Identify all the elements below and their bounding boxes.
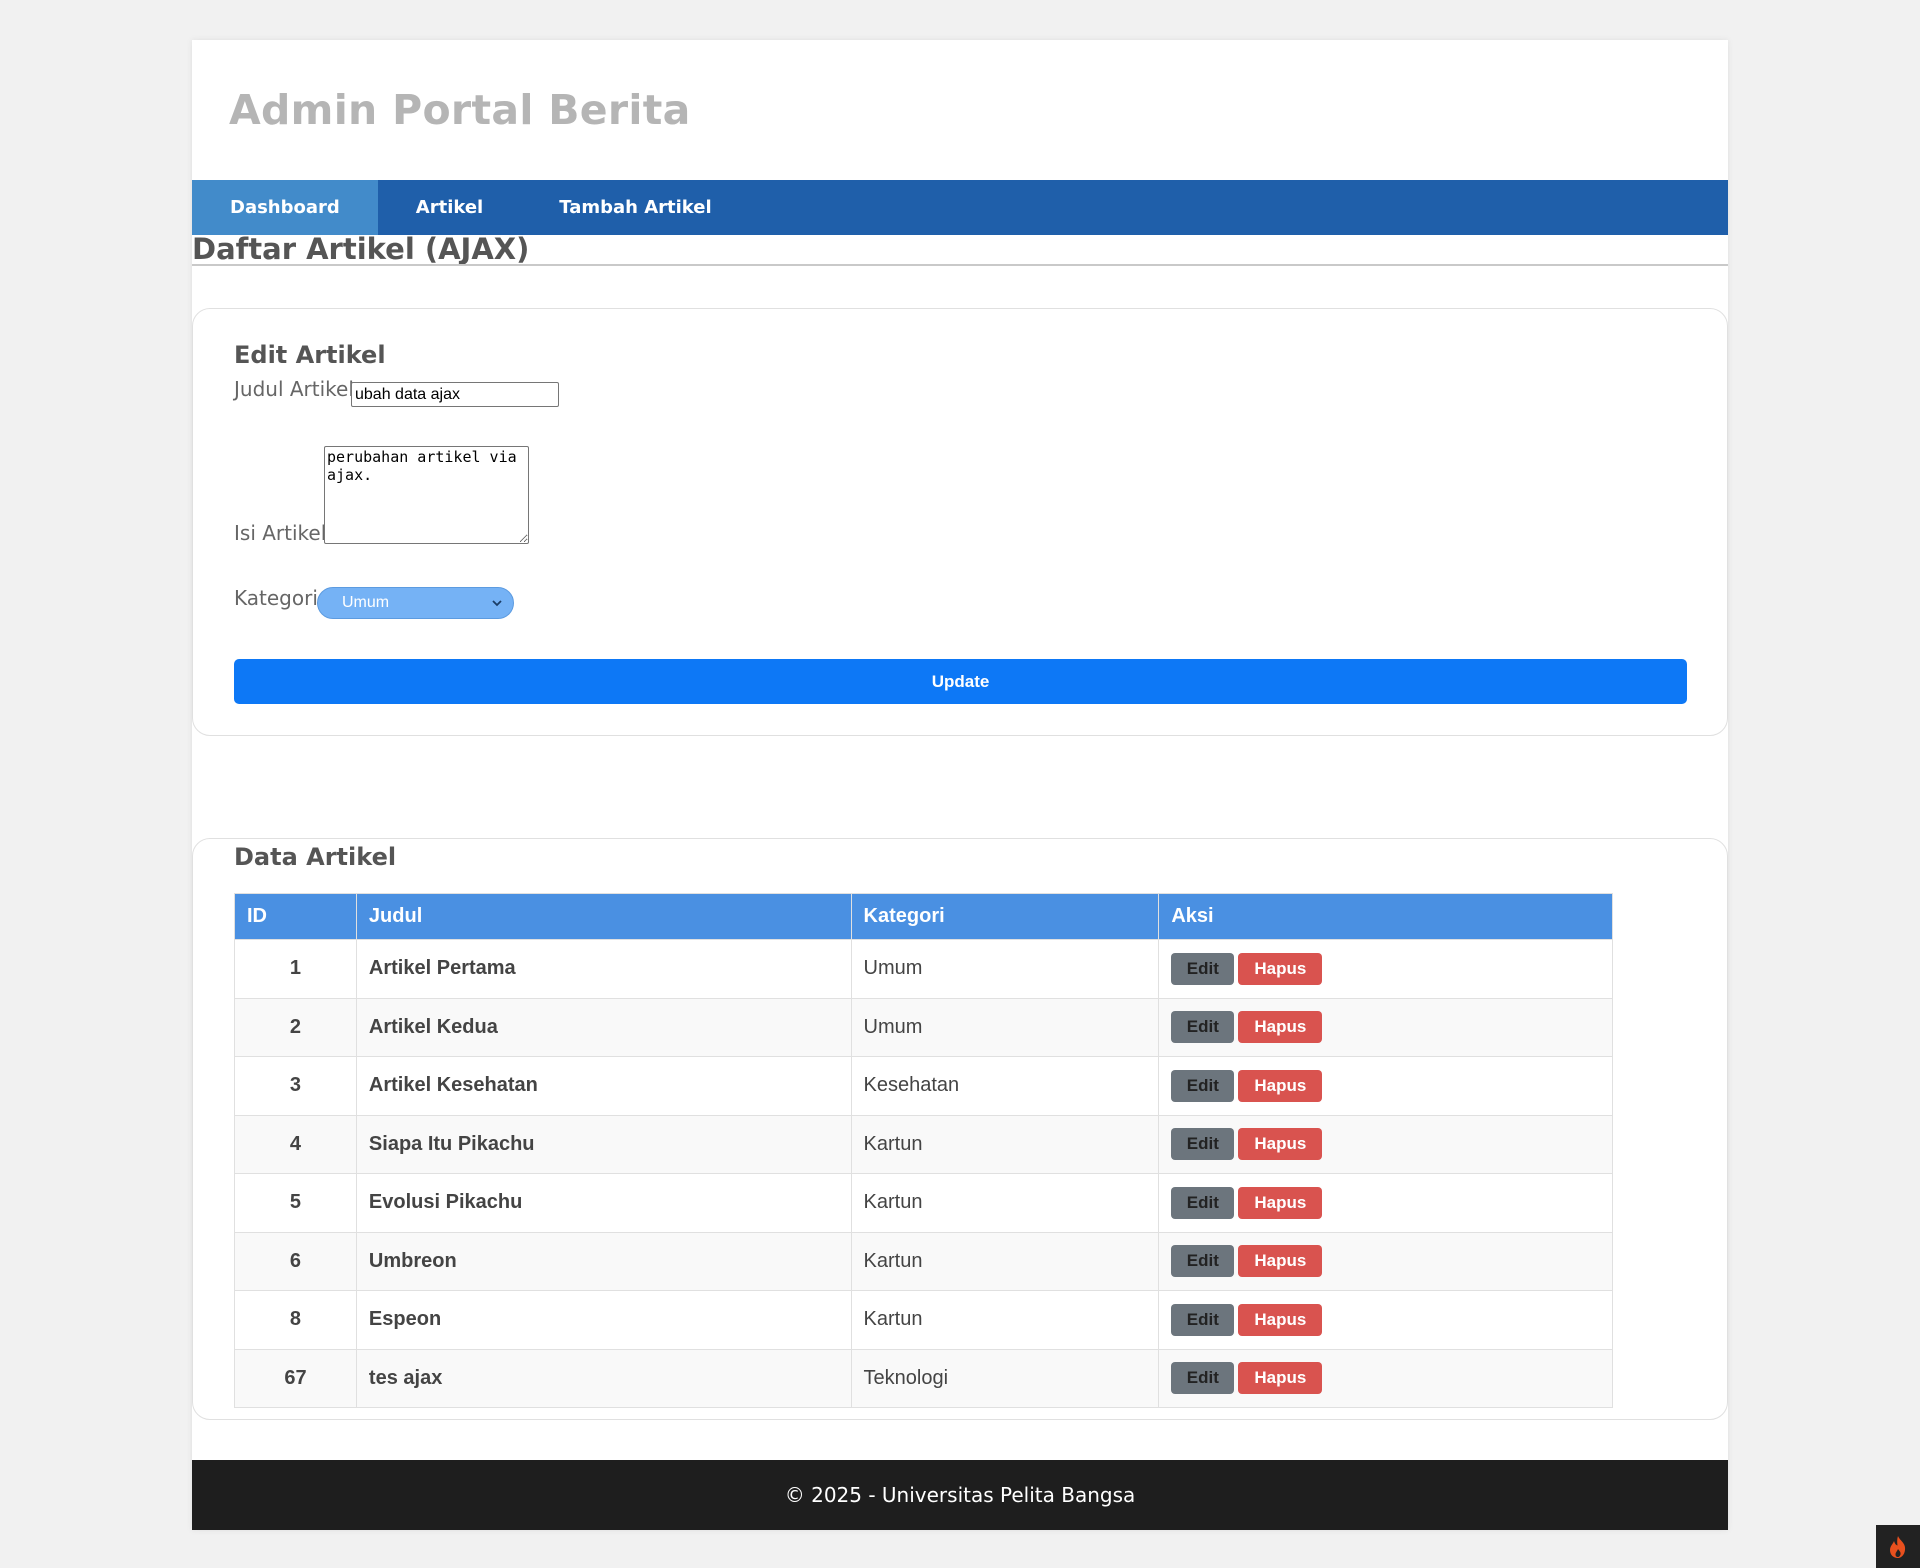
row-actions: Edit Hapus [1158,939,1613,999]
isi-label: Isi Artikel [234,521,327,545]
edit-button[interactable]: Edit [1171,1245,1235,1278]
edit-heading: Edit Artikel [234,341,386,369]
hapus-button[interactable]: Hapus [1238,1069,1323,1102]
nav-dashboard[interactable]: Dashboard [192,180,378,235]
row-id: 4 [234,1114,357,1174]
page-title: Daftar Artikel (AJAX) [192,232,530,266]
row-actions: Edit Hapus [1158,1173,1613,1233]
hapus-button[interactable]: Hapus [1238,1303,1323,1336]
table-row: 4 Siapa Itu Pikachu Kartun Edit Hapus [234,1114,1613,1174]
row-actions: Edit Hapus [1158,1290,1613,1350]
edit-button[interactable]: Edit [1171,1303,1235,1336]
row-id: 6 [234,1231,357,1291]
title-divider [192,264,1728,266]
kategori-label: Kategori [234,586,318,610]
row-kategori: Teknologi [850,1348,1160,1408]
nav-artikel[interactable]: Artikel [378,180,521,235]
row-id: 5 [234,1173,357,1233]
row-actions: Edit Hapus [1158,1231,1613,1291]
row-judul: Evolusi Pikachu [355,1173,852,1233]
table-body: 1 Artikel Pertama Umum Edit Hapus 2 Artikel Ke… [234,939,1613,1408]
hapus-button[interactable]: Hapus [1238,952,1323,985]
data-artikel-card: Data Artikel ID Judul Kategori Aksi 1 Art… [192,838,1728,1420]
row-kategori: Kartun [850,1114,1160,1174]
page-container: Admin Portal Berita Dashboard Artikel Ta… [192,40,1728,1530]
row-id: 1 [234,939,357,999]
row-judul: Espeon [355,1290,852,1350]
edit-button[interactable]: Edit [1171,1362,1235,1395]
row-judul: Artikel Kesehatan [355,1056,852,1116]
row-actions: Edit Hapus [1158,1348,1613,1408]
row-kategori: Kesehatan [850,1056,1160,1116]
row-id: 8 [234,1290,357,1350]
site-header: Admin Portal Berita [192,40,1728,180]
row-judul: Umbreon [355,1231,852,1291]
row-id: 2 [234,997,357,1057]
table-row: 67 tes ajax Teknologi Edit Hapus [234,1348,1613,1408]
row-judul: Artikel Pertama [355,939,852,999]
kategori-selected-value: Umum [342,594,390,611]
chevron-down-icon [492,600,502,607]
debug-toolbar-toggle[interactable] [1876,1525,1920,1568]
edit-button[interactable]: Edit [1171,1069,1235,1102]
row-judul: tes ajax [355,1348,852,1408]
site-footer: © 2025 - Universitas Pelita Bangsa [192,1460,1728,1530]
main-nav: Dashboard Artikel Tambah Artikel [192,180,1728,235]
judul-input[interactable] [351,382,559,407]
kategori-select[interactable]: Umum [317,587,514,619]
row-kategori: Kartun [850,1231,1160,1291]
column-header-id: ID [234,893,357,940]
row-kategori: Kartun [850,1290,1160,1350]
artikel-table: ID Judul Kategori Aksi 1 Artikel Pertama U… [234,893,1613,1408]
row-id: 67 [234,1348,357,1408]
hapus-button[interactable]: Hapus [1238,1362,1323,1395]
row-actions: Edit Hapus [1158,997,1613,1057]
row-actions: Edit Hapus [1158,1056,1613,1116]
flame-icon [1890,1535,1906,1558]
edit-button[interactable]: Edit [1171,1011,1235,1044]
row-kategori: Umum [850,997,1160,1057]
table-row: 5 Evolusi Pikachu Kartun Edit Hapus [234,1173,1613,1233]
hapus-button[interactable]: Hapus [1238,1128,1323,1161]
row-kategori: Kartun [850,1173,1160,1233]
row-judul: Siapa Itu Pikachu [355,1114,852,1174]
edit-button[interactable]: Edit [1171,1128,1235,1161]
data-heading: Data Artikel [234,843,397,871]
table-row: 1 Artikel Pertama Umum Edit Hapus [234,939,1613,999]
hapus-button[interactable]: Hapus [1238,1011,1323,1044]
table-header-row: ID Judul Kategori Aksi [234,893,1613,940]
row-kategori: Umum [850,939,1160,999]
edit-button[interactable]: Edit [1171,1186,1235,1219]
row-id: 3 [234,1056,357,1116]
footer-text: © 2025 - Universitas Pelita Bangsa [784,1483,1136,1507]
hapus-button[interactable]: Hapus [1238,1245,1323,1278]
row-judul: Artikel Kedua [355,997,852,1057]
isi-textarea[interactable]: perubahan artikel via ajax. [324,446,529,544]
table-row: 6 Umbreon Kartun Edit Hapus [234,1231,1613,1291]
judul-label: Judul Artikel [234,377,354,401]
table-row: 3 Artikel Kesehatan Kesehatan Edit Hapus [234,1056,1613,1116]
hapus-button[interactable]: Hapus [1238,1186,1323,1219]
row-actions: Edit Hapus [1158,1114,1613,1174]
site-title: Admin Portal Berita [229,86,691,134]
edit-artikel-card: Edit Artikel Judul Artikel Isi Artikel p… [192,308,1728,736]
column-header-judul: Judul [355,893,852,940]
column-header-kategori: Kategori [850,893,1160,940]
column-header-aksi: Aksi [1158,893,1613,940]
edit-button[interactable]: Edit [1171,952,1235,985]
table-row: 8 Espeon Kartun Edit Hapus [234,1290,1613,1350]
nav-tambah-artikel[interactable]: Tambah Artikel [521,180,749,235]
table-row: 2 Artikel Kedua Umum Edit Hapus [234,997,1613,1057]
update-button[interactable]: Update [234,659,1687,704]
